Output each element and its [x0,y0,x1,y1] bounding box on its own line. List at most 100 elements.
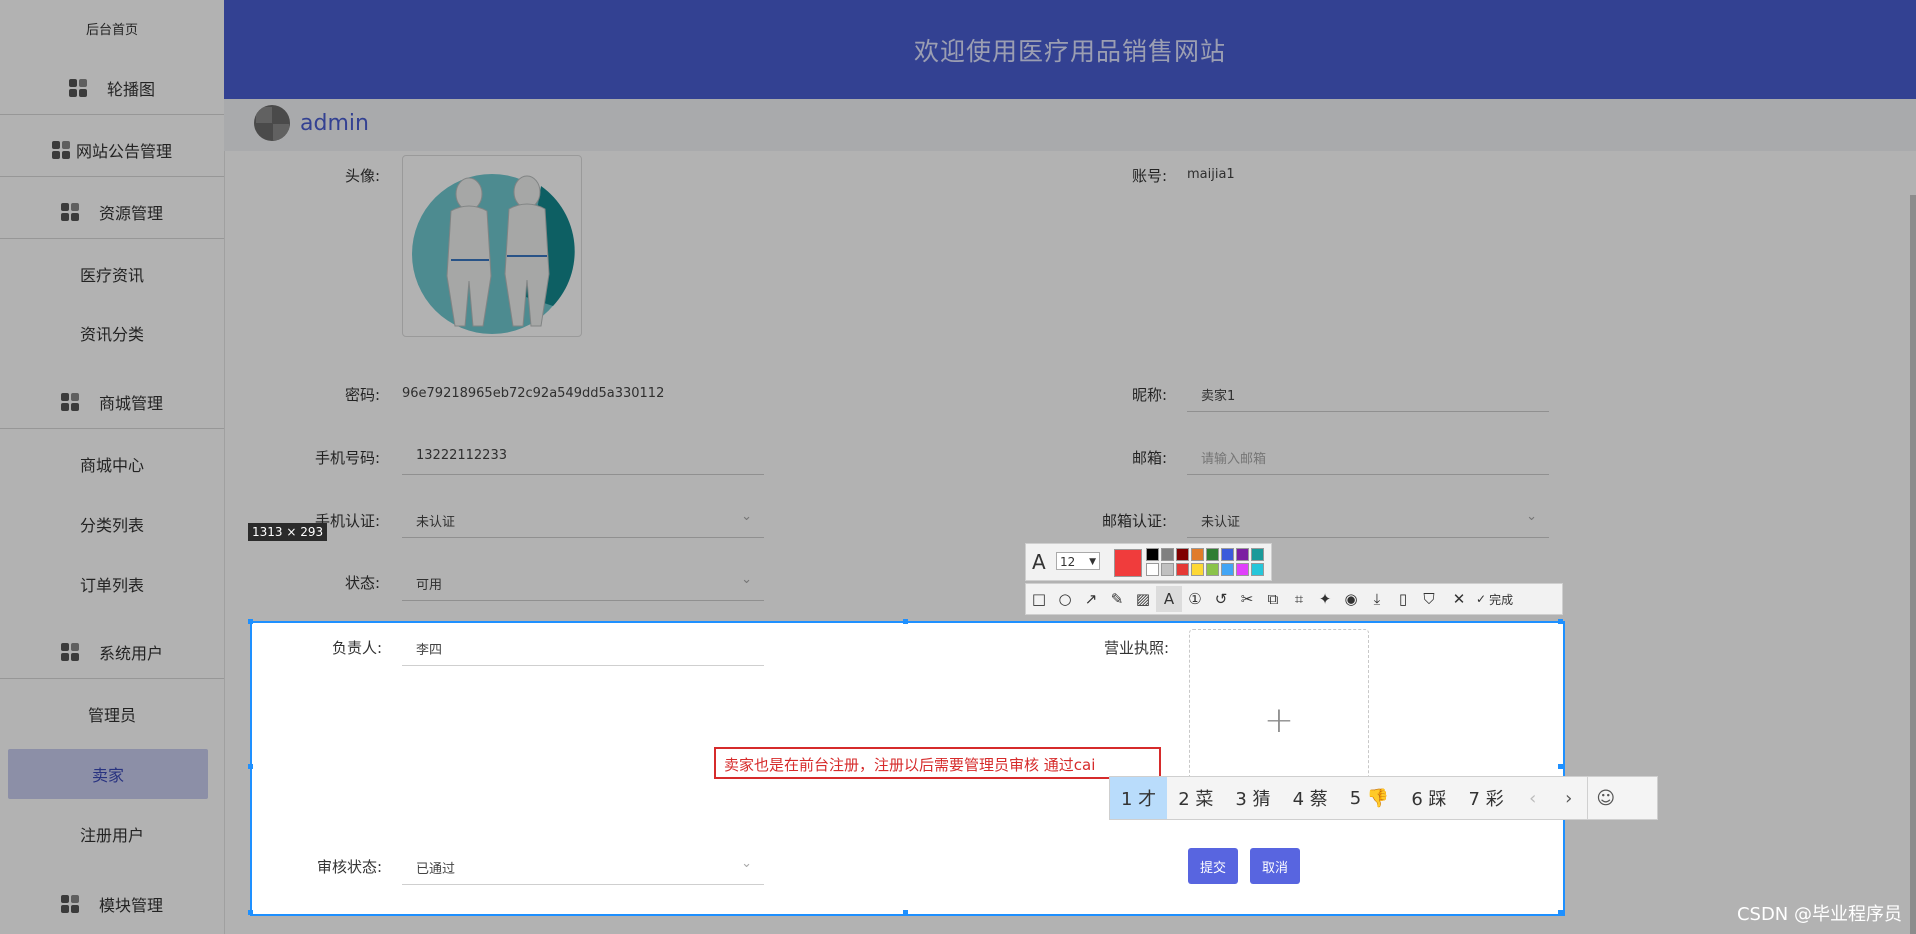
color-swatch[interactable] [1251,563,1264,576]
submit-button[interactable]: 提交 [1188,848,1238,884]
owner-field[interactable]: 李四 [402,629,764,666]
pin-icon[interactable]: ✦ [1312,586,1338,612]
resize-handle[interactable] [248,619,253,624]
resize-handle[interactable] [903,910,908,915]
resize-handle[interactable] [248,910,253,915]
color-swatch[interactable] [1251,548,1264,561]
grid-icon [60,643,79,661]
color-swatch[interactable] [1191,563,1204,576]
sidebar-item-admin[interactable]: 管理员 [0,696,224,732]
sidebar-item-modules[interactable]: 模块管理 [0,878,224,930]
sidebar-item-seller[interactable]: 卖家 [8,749,208,799]
download-icon[interactable]: ⤓ [1364,586,1390,612]
annotation-text: 卖家也是在前台注册，注册以后需要管理员审核 通过cai [724,756,1096,774]
chevron-down-icon: ⌄ [741,856,752,871]
cancel-button[interactable]: 取消 [1250,848,1300,884]
resize-handle[interactable] [1558,910,1563,915]
ime-candidate[interactable]: 5 👎 [1339,777,1401,819]
phone-icon[interactable]: ▯ [1390,586,1416,612]
bookmark-icon[interactable]: ⛉ [1416,586,1442,612]
sidebar-item-medical-news[interactable]: 医疗资讯 [0,256,224,292]
sidebar-item-mall-center[interactable]: 商城中心 [0,446,224,482]
avatar-image[interactable] [402,155,582,337]
rectangle-icon[interactable]: □ [1026,586,1052,612]
ocr-scan-icon[interactable]: ⌗ [1286,586,1312,612]
status-select[interactable]: 可用 ⌄ [402,564,764,601]
sidebar-item-label: 卖家 [91,766,124,785]
status-value: 可用 [416,578,443,593]
color-swatch[interactable] [1161,548,1174,561]
ime-next-icon[interactable]: › [1551,777,1587,819]
email-placeholder: 请输入邮箱 [1201,452,1267,467]
color-swatch[interactable] [1191,548,1204,561]
resize-handle[interactable] [903,619,908,624]
ime-candidate[interactable]: 4 蔡 [1282,777,1339,819]
ime-candidate[interactable]: 7 彩 [1458,777,1515,819]
ime-prev-icon[interactable]: ‹ [1515,777,1551,819]
color-swatch[interactable] [1236,548,1249,561]
password-value: 96e79218965eb72c92a549dd5a330112 [402,386,665,401]
sidebar-item-category-list[interactable]: 分类列表 [0,506,224,542]
sidebar-item-news-category[interactable]: 资讯分类 [0,315,224,351]
review-status-select[interactable]: 已通过 ⌄ [402,848,764,885]
close-icon[interactable]: ✕ [1446,586,1472,612]
color-swatch[interactable] [1221,563,1234,576]
email-verify-select[interactable]: 未认证 ⌄ [1187,501,1549,538]
color-swatch[interactable] [1146,563,1159,576]
annotation-text-box[interactable]: 卖家也是在前台注册，注册以后需要管理员审核 通过cai [714,747,1161,779]
sidebar-item-registered-users[interactable]: 注册用户 [0,816,224,852]
ellipse-icon[interactable]: ○ [1052,586,1078,612]
page-title: 欢迎使用医疗用品销售网站 [913,36,1226,66]
color-swatch[interactable] [1146,548,1159,561]
sidebar-item-label: 注册用户 [79,826,144,845]
color-swatch[interactable] [1206,548,1219,561]
sidebar-item-label: 订单列表 [79,576,144,595]
color-swatch[interactable] [1176,563,1189,576]
text-tool-icon[interactable]: A [1156,586,1182,612]
ime-candidate[interactable]: 1 才 [1110,777,1168,819]
color-swatch[interactable] [1236,563,1249,576]
ime-candidate[interactable]: 6 踩 [1400,777,1457,819]
ime-candidate[interactable]: 3 猜 [1224,777,1281,819]
screenshot-toolbar: □ ○ ↗ ✎ ▨ A ① ↺ ✂ ⧉ ⌗ ✦ ◉ ⤓ ▯ ⛉ ✕ ✓ 完成 [1025,583,1563,615]
sidebar-home-link[interactable]: 后台首页 [0,14,224,42]
font-size-select[interactable]: 12 ▼ [1056,552,1100,570]
license-label: 营业执照: [1103,639,1169,657]
record-icon[interactable]: ◉ [1338,586,1364,612]
mosaic-icon[interactable]: ▨ [1130,586,1156,612]
account-label: 账号: [1131,167,1167,185]
sidebar-item-resources[interactable]: 资源管理 [0,186,224,239]
phone-verify-select[interactable]: 未认证 ⌄ [402,501,764,538]
color-swatch[interactable] [1161,563,1174,576]
translate-icon[interactable]: ⧉ [1260,586,1286,612]
color-swatch[interactable] [1206,563,1219,576]
finish-button[interactable]: ✓ 完成 [1472,586,1517,612]
avatar-label: 头像: [344,167,380,185]
resize-handle[interactable] [1558,619,1563,624]
current-color-swatch[interactable] [1114,549,1142,577]
email-field[interactable]: 请输入邮箱 [1187,438,1549,475]
phone-value: 13222112233 [416,448,507,463]
resize-handle[interactable] [248,764,253,769]
scrollbar[interactable] [1910,195,1916,934]
sidebar-item-system-users[interactable]: 系统用户 [0,626,224,679]
phone-field[interactable]: 13222112233 [402,438,764,475]
number-marker-icon[interactable]: ① [1182,586,1208,612]
nickname-field[interactable]: 卖家1 [1187,375,1549,412]
emoji-icon[interactable]: ☺ [1586,777,1624,819]
ime-candidate[interactable]: 2 菜 [1167,777,1224,819]
sidebar-item-mall[interactable]: 商城管理 [0,376,224,429]
pen-icon[interactable]: ✎ [1104,586,1130,612]
avatar[interactable] [254,105,290,141]
resize-handle[interactable] [1558,764,1563,769]
nickname-value: 卖家1 [1201,389,1236,404]
arrow-icon[interactable]: ↗ [1078,586,1104,612]
color-swatch[interactable] [1176,548,1189,561]
color-swatch[interactable] [1221,548,1234,561]
sidebar-item-banner[interactable]: 轮播图 [0,62,224,115]
undo-icon[interactable]: ↺ [1208,586,1234,612]
owner-value: 李四 [416,643,443,658]
sidebar-item-notice[interactable]: 网站公告管理 [0,124,224,177]
magic-icon[interactable]: ✂ [1234,586,1260,612]
sidebar-item-order-list[interactable]: 订单列表 [0,566,224,602]
